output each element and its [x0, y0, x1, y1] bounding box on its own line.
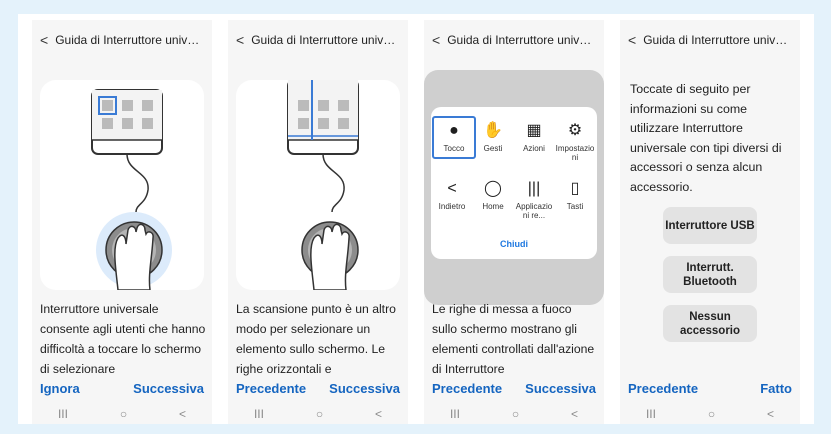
action-bar: Precedente Fatto [628, 378, 792, 398]
usb-switch-button[interactable]: Interruttore USB [663, 207, 757, 244]
recents-icon[interactable]: III [646, 407, 656, 421]
previous-button[interactable]: Precedente [236, 381, 306, 396]
header-title: Guida di Interruttore univers... [447, 33, 596, 47]
next-button[interactable]: Successiva [329, 381, 400, 396]
description-text: La scansione punto è un altro modo per s… [236, 302, 396, 376]
menu-item-tasti[interactable]: ▯ Tasti [555, 179, 595, 211]
recents-icon[interactable]: III [58, 407, 68, 421]
header-bar: < Guida di Interruttore univers... [32, 20, 212, 60]
recents-icon[interactable]: III [450, 407, 460, 421]
next-button[interactable]: Successiva [133, 381, 204, 396]
header-title: Guida di Interruttore univers... [643, 33, 792, 47]
point-scan-illustration [287, 80, 359, 290]
description-text: Interruttore universale consente agli ut… [40, 302, 206, 376]
home-circle-icon: ◯ [484, 180, 502, 197]
illustration-switch [40, 80, 204, 290]
navigation-bar: III ○ < [32, 405, 212, 423]
bluetooth-switch-button[interactable]: Interrutt. Bluetooth [663, 256, 757, 293]
header-title: Guida di Interruttore univers... [55, 33, 204, 47]
navigation-bar: III ○ < [424, 405, 604, 423]
screen-accessories: < Guida di Interruttore univers... Tocca… [620, 20, 800, 424]
navigation-bar: III ○ < [228, 405, 408, 423]
intro-text: Toccate di seguito per informazioni su c… [630, 82, 782, 194]
home-icon[interactable]: ○ [708, 407, 715, 421]
phone-keys-icon: ▯ [570, 180, 580, 197]
home-icon[interactable]: ○ [512, 407, 519, 421]
switch-hand-illustration [91, 89, 172, 290]
menu-item-azioni[interactable]: ▦ Azioni [514, 121, 554, 153]
switch-menu-panel: ● Tocco ✋ Gesti ▦ Azioni ⚙ Impostazioni … [431, 107, 597, 259]
done-button[interactable]: Fatto [760, 381, 792, 396]
back-arrow-icon[interactable]: < [40, 32, 48, 48]
back-arrow-icon[interactable]: < [432, 32, 440, 48]
back-nav-icon[interactable]: < [179, 407, 186, 421]
navigation-bar: III ○ < [620, 405, 800, 423]
screen-point-scan: < Guida di Interruttore univers... La sc… [228, 20, 408, 424]
chevron-left-icon: < [447, 180, 457, 197]
gear-icon: ⚙ [567, 122, 583, 139]
action-bar: Ignora Successiva [40, 378, 204, 398]
header-bar: < Guida di Interruttore univers... [228, 20, 408, 60]
back-nav-icon[interactable]: < [571, 407, 578, 421]
header-bar: < Guida di Interruttore univers... [620, 20, 800, 60]
menu-item-indietro[interactable]: < Indietro [432, 179, 472, 211]
back-arrow-icon[interactable]: < [628, 32, 636, 48]
home-icon[interactable]: ○ [316, 407, 323, 421]
action-bar: Precedente Successiva [236, 378, 400, 398]
next-button[interactable]: Successiva [525, 381, 596, 396]
recents-bars-icon: ||| [527, 180, 541, 197]
menu-item-home[interactable]: ◯ Home [473, 179, 513, 211]
no-accessory-button[interactable]: Nessun accessorio [663, 305, 757, 342]
recents-icon[interactable]: III [254, 407, 264, 421]
menu-item-applicazioni[interactable]: ||| Applicazioni re... [514, 179, 554, 220]
circle-icon: ● [449, 122, 459, 139]
back-nav-icon[interactable]: < [767, 407, 774, 421]
header-bar: < Guida di Interruttore univers... [424, 20, 604, 60]
screen-menu-panel: < Guida di Interruttore univers... ● Toc… [424, 20, 604, 424]
header-title: Guida di Interruttore univers... [251, 33, 400, 47]
hand-icon: ✋ [483, 122, 503, 139]
menu-item-impostazioni[interactable]: ⚙ Impostazioni [555, 121, 595, 162]
previous-button[interactable]: Precedente [628, 381, 698, 396]
screen-intro: < Guida di Interruttore univers... Inter… [32, 20, 212, 424]
home-icon[interactable]: ○ [120, 407, 127, 421]
back-arrow-icon[interactable]: < [236, 32, 244, 48]
illustration-point-scan [236, 80, 400, 290]
description-text: Le righe di messa a fuoco sullo schermo … [432, 302, 595, 376]
action-bar: Precedente Successiva [432, 378, 596, 398]
menu-item-gesti[interactable]: ✋ Gesti [473, 121, 513, 153]
close-menu-button[interactable]: Chiudi [431, 239, 597, 249]
skip-button[interactable]: Ignora [40, 381, 80, 396]
grid-icon: ▦ [526, 122, 542, 139]
menu-item-tocco[interactable]: ● Tocco [432, 116, 476, 159]
back-nav-icon[interactable]: < [375, 407, 382, 421]
previous-button[interactable]: Precedente [432, 381, 502, 396]
